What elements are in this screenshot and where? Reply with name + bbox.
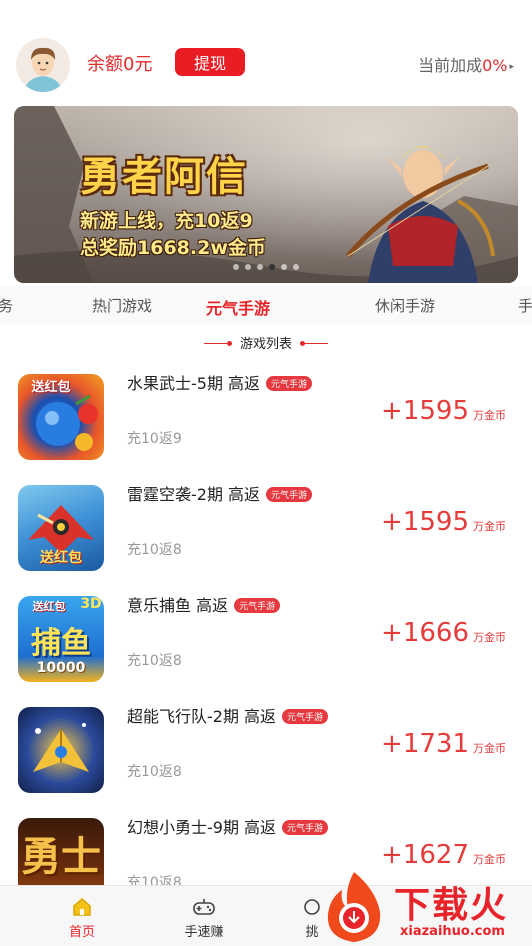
reward-amount: +1666 万金币 [381,618,506,648]
bonus-link[interactable]: 当前加成0% ▸ [418,52,514,76]
bonus-value: 0% [482,56,508,75]
banner-subtitle: 新游上线，充10返9 [80,210,253,232]
balance-text: 余额0元 [87,54,153,75]
reward-value: +1666 [381,618,469,648]
rebate-text: 充10返8 [127,653,182,669]
category-tag: 元气手游 [282,820,329,835]
game-name: 雷霆空袭-2期 高返 [127,485,261,504]
game-name: 超能飞行队-2期 高返 [127,707,277,726]
tab-hot-games[interactable]: 热门游戏 [92,295,152,316]
reward-amount: +1627 万金币 [381,840,506,870]
section-title: 游戏列表 [0,333,532,352]
reward-value: +1595 [381,396,469,426]
spaceship-icon [33,723,89,772]
chevron-right-icon: ▸ [509,62,514,72]
nav-home-label: 首页 [68,925,95,940]
pagination-dot[interactable] [245,264,251,270]
divider-line [203,341,232,346]
category-tag: 元气手游 [282,709,329,724]
game-list-item[interactable]: 超能飞行队-2期 高返 元气手游 充10返8 +1731 万金币 [0,691,532,799]
reward-amount: +1595 万金币 [381,396,506,426]
nav-home[interactable]: 首页 [42,896,122,940]
rebate-text: 充10返8 [127,542,182,558]
watermark: 下载火 xiazaihuo.com [310,868,532,946]
nav-quick-earn[interactable]: 手速赚 [164,896,244,940]
pagination-dot[interactable] [281,264,287,270]
tab-yuanqi-games[interactable]: 元气手游 [206,295,270,319]
game-title: 水果武士-5期 高返 元气手游 [127,370,313,394]
flame-logo-icon [327,872,381,942]
user-avatar-icon [16,38,70,92]
pagination-dot-active[interactable] [269,264,275,270]
bonus-label: 当前加成 [418,56,483,75]
fishing-title-text: 捕鱼 [31,626,91,661]
rebate-text: 充10返8 [127,764,182,780]
category-tabs: 务 热门游戏 元气手游 休闲手游 手 [0,286,532,324]
tab-partial-right[interactable]: 手 [518,295,532,316]
withdraw-button[interactable]: 提现 [175,48,245,76]
watermark-url: xiazaihuo.com [400,924,505,939]
game-icon-flight-team [18,707,104,793]
pagination-dot[interactable] [257,264,263,270]
gamepad-icon [193,899,215,915]
warrior-title-text: 勇士 [21,834,101,880]
reward-value: +1731 [381,729,469,759]
category-tag: 元气手游 [266,487,313,502]
game-list-item[interactable]: 送红包 水果武士-5期 高返 元气手游 充10返9 +1595 万金币 [0,358,532,466]
gift-badge-text: 送红包 [31,380,71,395]
game-icon-raid: 送红包 [18,485,104,571]
tab-partial-left[interactable]: 务 [0,295,13,316]
game-name: 水果武士-5期 高返 [127,374,261,393]
divider-line [300,341,328,346]
reward-value: +1627 [381,840,469,870]
game-icon-fruit: 送红包 [18,374,104,460]
game-list-item[interactable]: 送红包 3D 捕鱼 10000 意乐捕鱼 高返 元气手游 充10返8 +1666 万… [0,580,532,688]
reward-amount: +1595 万金币 [381,507,506,537]
game-list-item[interactable]: 送红包 雷霆空袭-2期 高返 元气手游 充10返8 +1595 万金币 [0,469,532,577]
reward-unit: 万金币 [473,520,506,533]
nav-quick-earn-label: 手速赚 [184,925,224,940]
rebate-text: 充10返9 [127,431,182,447]
game-title: 超能飞行队-2期 高返 元气手游 [127,703,329,727]
tab-casual-games[interactable]: 休闲手游 [375,295,435,316]
game-name: 幻想小勇士-9期 高返 [127,818,277,837]
reward-unit: 万金币 [473,409,506,422]
promo-banner[interactable]: 勇者阿信 新游上线，充10返9 总奖励1668.2w金币 [14,106,518,283]
pagination-dot[interactable] [293,264,299,270]
section-title-text: 游戏列表 [239,337,292,352]
banner-title: 勇者阿信 [80,154,248,200]
header: 余额0元 提现 当前加成0% ▸ [0,30,532,100]
reward-unit: 万金币 [473,631,506,644]
reward-amount: +1731 万金币 [381,729,506,759]
coin-amount-text: 10000 [36,660,86,676]
reward-unit: 万金币 [473,853,506,866]
game-name: 意乐捕鱼 高返 [127,596,229,615]
category-tag: 元气手游 [266,376,313,391]
reward-value: +1595 [381,507,469,537]
home-icon [73,898,91,916]
3d-badge-text: 3D [80,596,102,612]
banner-pagination [14,255,518,274]
watermark-text: 下载火 [394,885,509,926]
game-icon-fishing: 送红包 3D 捕鱼 10000 [18,596,104,682]
reward-unit: 万金币 [473,742,506,755]
game-title: 雷霆空袭-2期 高返 元气手游 [127,481,313,505]
avatar[interactable] [16,38,70,92]
category-tag: 元气手游 [234,598,281,613]
pagination-dot[interactable] [233,264,239,270]
game-title: 意乐捕鱼 高返 元气手游 [127,592,281,616]
gift-badge-text: 送红包 [40,550,82,566]
game-title: 幻想小勇士-9期 高返 元气手游 [127,814,329,838]
